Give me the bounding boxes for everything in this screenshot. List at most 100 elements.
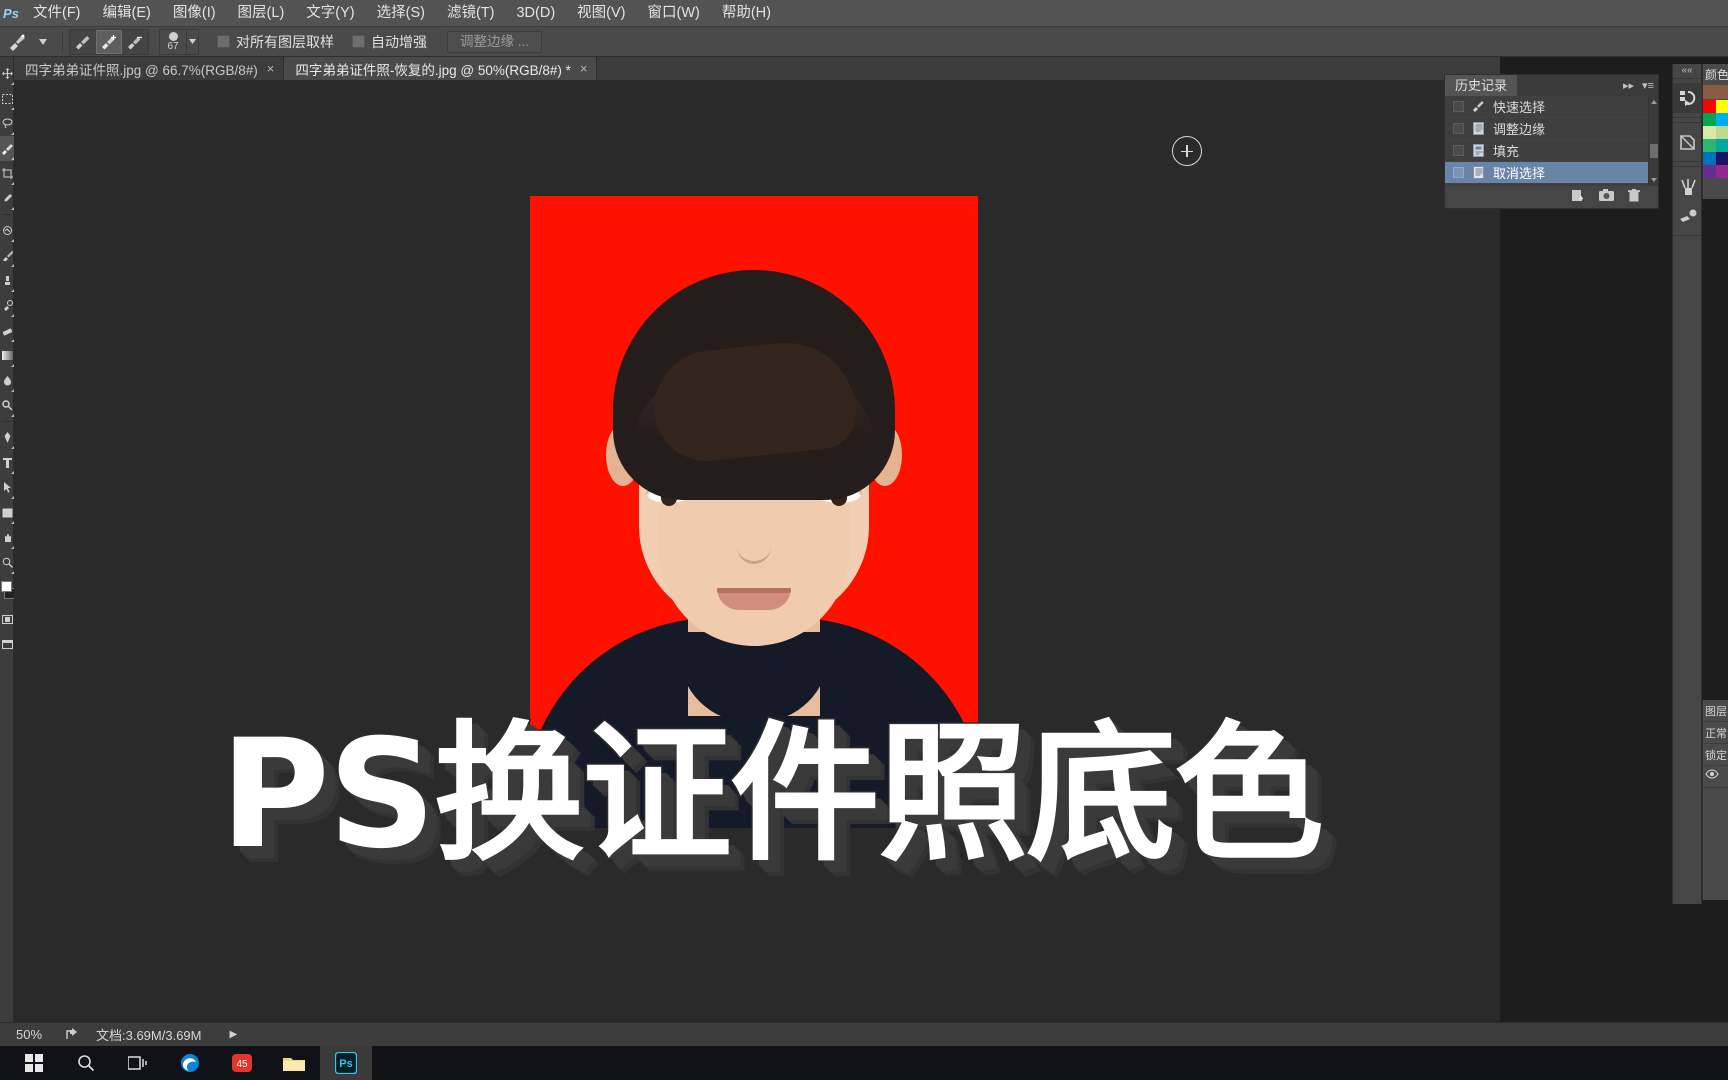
layers-panel-partial[interactable]: 图层 正常 锁定 [1702,700,1728,900]
red-app-icon[interactable]: 45 [216,1046,268,1080]
spot-healing-tool[interactable] [0,218,14,243]
scroll-down-arrow-icon[interactable] [1651,178,1657,182]
history-rail-icon[interactable] [1673,83,1703,113]
menu-image[interactable]: 图像(I) [162,0,227,27]
gradient-tool[interactable] [0,343,14,368]
close-icon[interactable]: × [580,62,588,75]
marquee-tool[interactable] [0,86,14,111]
history-toggle-checkbox[interactable] [1453,145,1464,156]
foreground-color-swatch[interactable] [1,581,12,592]
brush-presets-rail-icon[interactable] [1673,171,1703,201]
file-explorer-icon[interactable] [268,1046,320,1080]
clone-stamp-tool[interactable] [0,268,14,293]
search-icon[interactable] [60,1046,112,1080]
tool-presets-rail-icon[interactable] [1673,201,1703,231]
current-color-strip[interactable] [1703,85,1728,99]
history-panel-tab[interactable]: 历史记录 [1445,75,1518,96]
edge-browser-icon[interactable] [164,1046,216,1080]
menu-file[interactable]: 文件(F) [22,0,92,27]
crop-tool[interactable] [0,161,14,186]
color-swatches-panel[interactable]: 颜色 [1702,64,1728,199]
canvas-area[interactable]: PS换证件照底色 [14,80,1500,1022]
swatch-cell[interactable] [1703,113,1716,126]
menu-edit[interactable]: 编辑(E) [92,0,162,27]
delete-state-icon[interactable] [1628,188,1640,205]
history-state-list[interactable]: 快速选择 调整边缘 填充 取消选择 [1445,96,1658,186]
refine-edge-button[interactable]: 调整边缘 ... [447,30,543,53]
subtract-from-selection-icon[interactable] [122,30,148,54]
scroll-up-arrow-icon[interactable] [1651,100,1657,104]
type-tool[interactable] [0,450,14,475]
hand-tool[interactable] [0,525,14,550]
history-item-refine-edge[interactable]: 调整边缘 [1445,118,1658,140]
brush-options-chevron-icon[interactable] [187,28,199,55]
layers-panel-row[interactable]: 图层 [1703,700,1728,722]
auto-enhance-checkbox[interactable]: 自动增强 [352,32,427,52]
quick-selection-tool[interactable] [0,136,14,161]
quick-selection-brush-icon[interactable] [4,30,30,54]
zoom-level[interactable]: 50% [0,1027,58,1042]
eyedropper-tool[interactable] [0,186,14,211]
swatch-cell[interactable] [1716,165,1728,178]
sample-all-layers-checkbox[interactable]: 对所有图层取样 [217,32,334,52]
history-item-fill[interactable]: 填充 [1445,140,1658,162]
foreground-background-color[interactable] [0,581,15,607]
swatch-cell[interactable] [1703,165,1716,178]
menu-filter[interactable]: 滤镜(T) [436,0,506,27]
brush-size-swatch[interactable]: 67 [159,28,187,55]
swatch-cell[interactable] [1716,126,1728,139]
menu-help[interactable]: 帮助(H) [711,0,782,27]
collapse-panels-icon[interactable]: «« [1673,64,1701,78]
scrollbar-thumb[interactable] [1650,144,1658,158]
path-selection-tool[interactable] [0,475,14,500]
add-to-selection-icon[interactable] [96,29,122,54]
history-brush-tool[interactable] [0,293,14,318]
double-chevron-right-icon[interactable]: ▸▸ [1619,79,1638,92]
tool-preset-chevron-icon[interactable] [30,30,56,54]
swatch-cell[interactable] [1716,113,1728,126]
menu-type[interactable]: 文字(Y) [295,0,365,27]
move-tool[interactable] [0,61,14,86]
task-view-icon[interactable] [112,1046,164,1080]
photoshop-taskbar-icon[interactable]: Ps [320,1046,372,1080]
swatch-cell[interactable] [1703,152,1716,165]
shape-tool[interactable] [0,500,14,525]
quick-mask-tool[interactable] [0,607,14,632]
swatch-cell[interactable] [1716,139,1728,152]
new-selection-icon[interactable] [70,30,96,54]
status-expand-arrow-icon[interactable]: ▶ [230,1029,238,1040]
history-toggle-checkbox[interactable] [1453,123,1464,134]
menu-select[interactable]: 选择(S) [366,0,436,27]
swatch-cell[interactable] [1716,100,1728,113]
layer-visibility-eye-icon[interactable] [1703,766,1728,788]
menu-layer[interactable]: 图层(L) [227,0,296,27]
swatch-cell[interactable] [1703,126,1716,139]
layers-panel-row[interactable]: 锁定 [1703,744,1728,766]
document-tab-2[interactable]: 四字弟弟证件照-恢复的.jpg @ 50%(RGB/8#) * × [284,57,598,80]
history-toggle-checkbox[interactable] [1453,167,1464,178]
eraser-tool[interactable] [0,318,14,343]
zoom-tool[interactable] [0,550,14,575]
history-item-deselect[interactable]: 取消选择 [1445,162,1658,184]
layer-comps-rail-icon[interactable] [1673,127,1703,157]
panel-menu-icon[interactable]: ▾≡ [1638,79,1658,92]
start-windows-icon[interactable] [8,1046,60,1080]
pen-tool[interactable] [0,425,14,450]
blur-tool[interactable] [0,368,14,393]
menu-window[interactable]: 窗口(W) [637,0,711,27]
close-icon[interactable]: × [267,62,275,75]
brush-tool[interactable] [0,243,14,268]
swatch-cell[interactable] [1703,139,1716,152]
history-toggle-checkbox[interactable] [1453,101,1464,112]
create-snapshot-icon[interactable] [1599,189,1614,204]
swatch-cell[interactable] [1716,152,1728,165]
swatch-grid[interactable] [1703,100,1728,178]
lasso-tool[interactable] [0,111,14,136]
menu-3d[interactable]: 3D(D) [505,0,566,27]
history-scrollbar[interactable] [1648,96,1658,186]
share-icon[interactable] [58,1027,88,1043]
new-document-from-state-icon[interactable] [1571,189,1585,205]
swatch-cell[interactable] [1703,100,1716,113]
menu-view[interactable]: 视图(V) [566,0,636,27]
document-tab-1[interactable]: 四字弟弟证件照.jpg @ 66.7%(RGB/8#) × [14,57,285,80]
